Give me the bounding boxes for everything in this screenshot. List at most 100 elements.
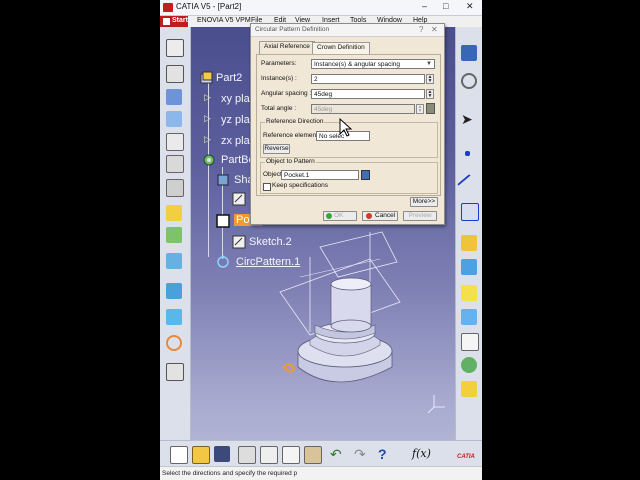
shaft-bottom	[330, 319, 372, 333]
menu-enovia[interactable]: ENOVIA V5 VPM	[197, 17, 251, 24]
object-selector-icon[interactable]	[361, 170, 370, 180]
tree-item-circpattern[interactable]: CircPattern.1	[236, 256, 300, 268]
reference-direction-title: Reference Direction	[265, 118, 325, 125]
select-arrow-icon[interactable]: ➤	[461, 111, 477, 127]
window-title: CATIA V5 - [Part2]	[176, 2, 242, 11]
keep-specifications-label: Keep specifications	[272, 182, 329, 189]
catia-logo-icon	[163, 3, 173, 12]
paste-icon[interactable]	[304, 446, 322, 464]
cancel-button[interactable]: Cancel	[362, 211, 398, 221]
start-menu[interactable]: Start	[160, 16, 188, 27]
body-gear-icon	[203, 154, 215, 166]
tree-item-part2[interactable]: Part2	[216, 72, 242, 84]
print-icon[interactable]	[238, 446, 256, 464]
tab-axial-reference[interactable]: Axial Reference	[259, 41, 315, 55]
angular-spacing-spinner[interactable]: ▲ ▼	[426, 89, 434, 99]
total-angle-spinner: ▲ ▼	[416, 104, 424, 114]
tree-item-sketch2[interactable]: Sketch.2	[249, 236, 292, 248]
line-icon[interactable]	[457, 173, 481, 199]
object-to-pattern-title: Object to Pattern	[265, 158, 316, 165]
draft-icon[interactable]	[166, 253, 182, 269]
ok-label: OK	[334, 212, 344, 219]
right-toolbar: ➤	[455, 27, 482, 465]
status-bar: Select the directions and specify the re…	[160, 466, 482, 480]
help-icon[interactable]: ?	[378, 446, 394, 462]
exit-workbench-icon[interactable]	[166, 65, 184, 83]
shaft-top	[330, 277, 372, 291]
point-icon[interactable]	[465, 151, 470, 156]
groove-icon[interactable]	[166, 155, 184, 173]
total-angle-input: 45deg	[311, 104, 415, 114]
cancel-label: Cancel	[375, 212, 396, 219]
settings-gear-icon[interactable]	[461, 73, 477, 89]
save-icon[interactable]	[214, 446, 230, 462]
object-to-pattern-group: Object to Pattern Object: Pocket.1 Keep …	[260, 158, 438, 194]
apply-material-icon[interactable]	[461, 381, 477, 397]
dialog-help-button[interactable]: ?	[419, 25, 423, 34]
parameters-label: Parameters:	[261, 60, 297, 67]
cancel-icon	[366, 213, 372, 219]
hole-icon[interactable]	[166, 179, 184, 197]
preview-button[interactable]: Preview	[403, 211, 437, 221]
ok-button[interactable]: OK	[323, 211, 357, 221]
mirror-icon[interactable]	[166, 283, 182, 299]
formula-icon[interactable]: f(x)	[412, 446, 431, 462]
chevron-down-icon: ▼	[426, 61, 432, 67]
plane-icon: ▷	[204, 92, 211, 102]
close-surface-icon[interactable]	[461, 309, 477, 325]
plane-outline	[299, 258, 381, 278]
ok-icon	[326, 213, 332, 219]
reverse-button[interactable]: Reverse	[263, 144, 290, 154]
parameters-dropdown[interactable]: Instance(s) & angular spacing ▼	[311, 59, 435, 69]
copy-icon[interactable]	[282, 446, 300, 464]
tree-item-xy-plane[interactable]: xy pla	[221, 93, 250, 105]
thick-surface-icon[interactable]	[461, 285, 477, 301]
redo-icon[interactable]: ↷	[354, 446, 370, 462]
catia-brand-logo: CATIA	[457, 454, 475, 460]
analysis-icon[interactable]	[461, 357, 477, 373]
close-button[interactable]: ✕	[466, 1, 474, 12]
object-input[interactable]: Pocket.1	[281, 170, 359, 180]
plane-tool-icon[interactable]	[461, 203, 479, 221]
measure-icon[interactable]	[461, 45, 477, 61]
instances-input[interactable]: 2	[311, 74, 425, 84]
undo-icon[interactable]: ↶	[330, 446, 346, 462]
formula-link-icon[interactable]	[426, 103, 435, 114]
instances-spinner[interactable]: ▲ ▼	[426, 74, 434, 84]
pocket-tool-icon[interactable]	[166, 111, 182, 127]
more-button[interactable]: More>>	[410, 197, 438, 207]
cut-icon[interactable]	[260, 446, 278, 464]
parameters-value: Instance(s) & angular spacing	[314, 61, 400, 68]
transform-icon[interactable]	[166, 363, 184, 381]
dialog-close-button[interactable]: ✕	[431, 25, 438, 34]
fillet-icon[interactable]	[166, 205, 182, 221]
mouse-cursor-icon	[339, 118, 353, 137]
new-file-icon[interactable]	[170, 446, 188, 464]
total-angle-label: Total angle :	[261, 105, 297, 112]
maximize-button[interactable]: □	[443, 1, 448, 11]
split-icon[interactable]	[461, 259, 477, 275]
plane-icon: ▷	[204, 113, 211, 123]
constraint-icon[interactable]	[461, 333, 479, 351]
title-bar: CATIA V5 - [Part2] – □ ✕	[160, 0, 482, 16]
tree-item-zx-plane[interactable]: zx pla	[221, 135, 250, 147]
keep-specifications-checkbox[interactable]	[263, 183, 271, 191]
circular-pattern-tool-icon[interactable]	[166, 335, 182, 351]
part-icon	[200, 71, 213, 84]
plane-icon: ▷	[204, 134, 211, 144]
boolean-icon[interactable]	[461, 235, 477, 251]
sketch-icon	[232, 192, 246, 206]
tree-connector	[208, 77, 209, 257]
minimize-button[interactable]: –	[422, 1, 427, 11]
pad-icon[interactable]	[166, 89, 182, 105]
angular-spacing-input[interactable]: 45deg	[311, 89, 425, 99]
left-toolbar	[160, 27, 191, 465]
shaft-tool-icon[interactable]	[166, 133, 184, 151]
tree-item-yz-plane[interactable]: yz pla	[221, 114, 250, 126]
chamfer-icon[interactable]	[166, 227, 182, 243]
pattern-icon[interactable]	[166, 309, 182, 325]
sketcher-icon[interactable]	[166, 39, 184, 57]
pocket-icon	[216, 214, 230, 228]
open-folder-icon[interactable]	[192, 446, 210, 464]
plane-outline	[319, 231, 398, 278]
